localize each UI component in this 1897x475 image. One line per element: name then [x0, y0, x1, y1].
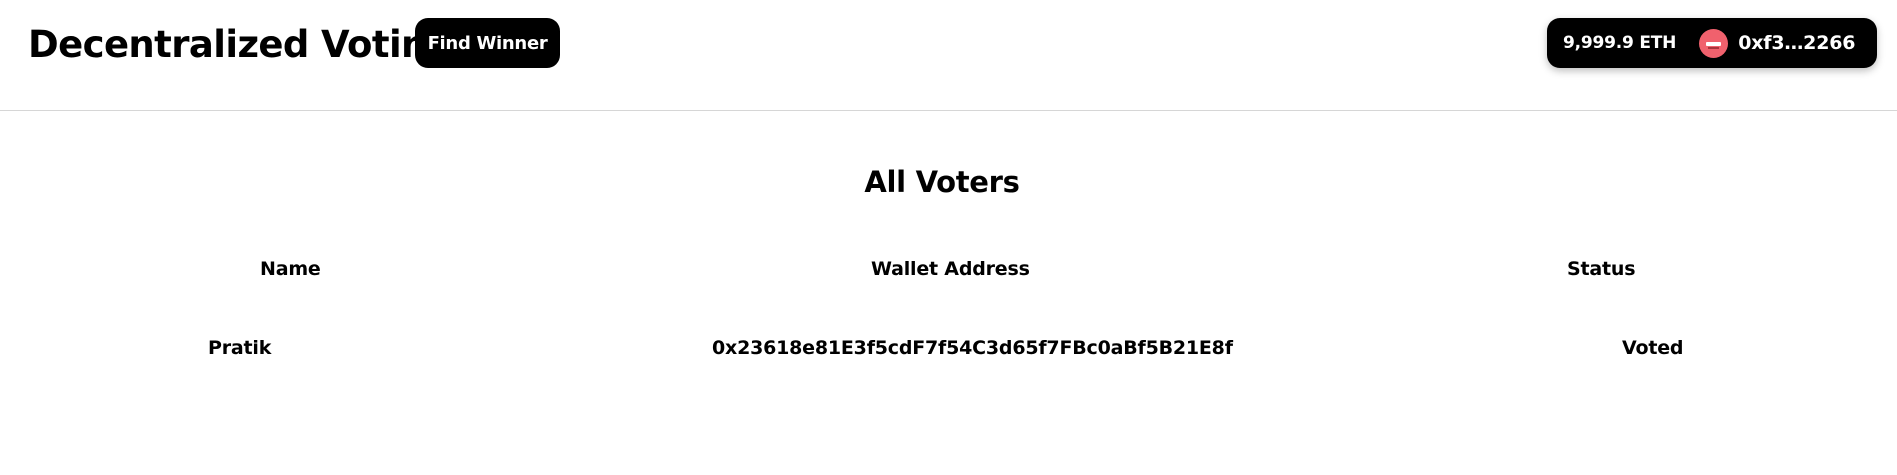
eth-balance: 9,999.9 ETH — [1563, 33, 1677, 53]
column-header-name: Name — [260, 258, 321, 280]
account-avatar — [1699, 28, 1729, 58]
find-winner-button[interactable]: Find Winner — [415, 18, 560, 68]
column-header-status: Status — [1567, 258, 1636, 280]
voter-name: Pratik — [208, 337, 272, 359]
voter-wallet-address: 0x23618e81E3f5cdF7f54C3d65f7FBc0aBf5B21E… — [712, 337, 1233, 359]
wallet-account-button[interactable]: 9,999.9 ETH 0xf3…2266 — [1547, 18, 1877, 68]
voter-status: Voted — [1622, 337, 1684, 359]
app-title: Decentralized Voting — [28, 23, 453, 66]
account-address: 0xf3…2266 — [1738, 32, 1856, 54]
all-voters-heading: All Voters — [864, 165, 1020, 199]
column-header-wallet-address: Wallet Address — [871, 258, 1030, 280]
top-nav-bar: Decentralized Voting Find Winner 9,999.9… — [0, 0, 1897, 111]
